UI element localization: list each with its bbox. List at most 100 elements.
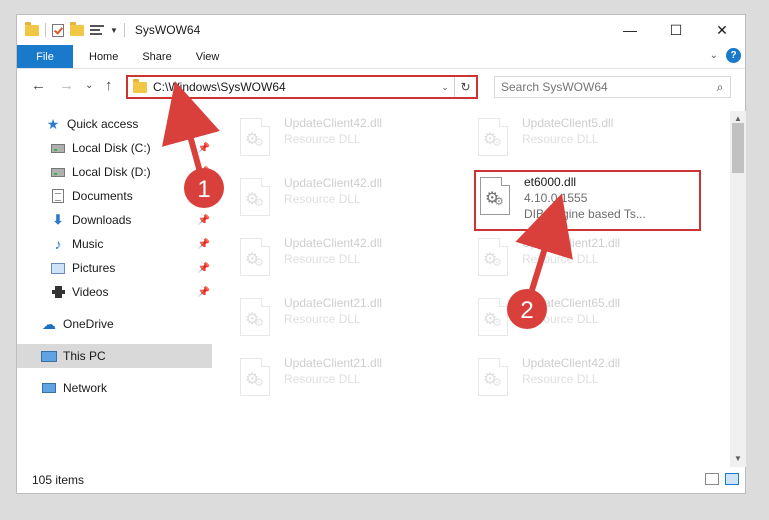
toolbar-divider: [45, 23, 46, 37]
nav-item-pictures[interactable]: Pictures 📌: [17, 256, 212, 280]
ribbon-right-controls: ⌄ ?: [710, 48, 741, 63]
file-description: Resource DLL: [284, 192, 361, 206]
file-name: UpdateClient21.dll: [284, 296, 383, 310]
address-path[interactable]: C:\Windows\SysWOW64: [153, 80, 436, 94]
recent-locations-button[interactable]: ⌄: [85, 80, 93, 91]
file-item[interactable]: ⚙ ⚙ UpdateClient21.dll Resource DLL: [478, 235, 698, 291]
tab-home[interactable]: Home: [77, 45, 130, 68]
pin-icon[interactable]: 📌: [198, 143, 210, 154]
pin-icon[interactable]: 📌: [198, 287, 210, 298]
videos-icon: [50, 285, 66, 299]
quick-access-toolbar: ▼: [17, 21, 125, 37]
nav-item-label: Local Disk (C:): [72, 141, 151, 155]
nav-item-local-disk-d[interactable]: Local Disk (D:) 📌: [17, 160, 212, 184]
scrollbar-thumb[interactable]: [732, 123, 744, 173]
disk-icon: [50, 141, 66, 155]
pin-icon[interactable]: 📌: [198, 191, 210, 202]
file-item[interactable]: ⚙ ⚙ UpdateClient42.dll Resource DLL: [240, 235, 460, 291]
customize-icon[interactable]: [90, 24, 104, 36]
file-item[interactable]: ⚙ ⚙ UpdateClient65.dll Resource DLL: [478, 295, 698, 351]
file-item[interactable]: ⚙ ⚙ UpdateClient5.dll Resource DLL: [478, 115, 698, 171]
details-view-icon[interactable]: [705, 473, 719, 485]
help-icon[interactable]: ?: [726, 48, 741, 63]
maximize-button[interactable]: ☐: [653, 15, 699, 45]
toolbar-divider: [123, 23, 125, 37]
nav-item-videos[interactable]: Videos 📌: [17, 280, 212, 304]
nav-item-quick-access[interactable]: ★ Quick access: [17, 112, 212, 136]
nav-item-label: Videos: [72, 285, 109, 299]
dll-file-icon: ⚙ ⚙: [478, 358, 512, 398]
pin-icon[interactable]: 📌: [198, 239, 210, 250]
address-dropdown-icon[interactable]: ⌄: [436, 82, 454, 93]
music-icon: ♪: [54, 236, 62, 252]
folder-icon[interactable]: [25, 21, 39, 36]
file-description: Resource DLL: [284, 252, 361, 266]
nav-item-label: Local Disk (D:): [72, 165, 151, 179]
pictures-icon: [50, 261, 66, 275]
file-description: Resource DLL: [522, 252, 599, 266]
new-folder-icon[interactable]: [70, 21, 84, 36]
file-description: Resource DLL: [284, 132, 361, 146]
forward-button[interactable]: →: [59, 77, 74, 94]
window-controls: — ☐ ✕: [607, 15, 745, 45]
nav-item-label: Quick access: [67, 117, 139, 131]
file-version: 4.10.0.1555: [524, 191, 588, 205]
file-item[interactable]: ⚙ ⚙ UpdateClient21.dll Resource DLL: [240, 355, 460, 411]
documents-icon: [50, 189, 66, 203]
nav-item-label: OneDrive: [63, 317, 114, 331]
status-bar: 105 items: [17, 467, 745, 493]
computer-icon: [41, 349, 57, 363]
file-item[interactable]: ⚙ ⚙ UpdateClient42.dll Resource DLL: [478, 355, 698, 411]
search-box[interactable]: ⌕: [494, 76, 731, 98]
disk-icon: [50, 165, 66, 179]
dll-file-icon: ⚙ ⚙: [240, 178, 274, 218]
address-bar[interactable]: C:\Windows\SysWOW64 ⌄ ↻: [126, 75, 478, 99]
nav-item-documents[interactable]: Documents 📌: [17, 184, 212, 208]
dll-file-icon: ⚙ ⚙: [240, 358, 274, 398]
vertical-scrollbar[interactable]: ▲ ▼: [730, 111, 746, 467]
file-item[interactable]: ⚙ ⚙ UpdateClient42.dll Resource DLL: [240, 175, 460, 231]
nav-item-label: Pictures: [72, 261, 116, 275]
file-item-et6000-dll[interactable]: ⚙ ⚙ et6000.dll 4.10.0.1555 DIB Engine bas…: [474, 170, 701, 231]
file-item[interactable]: ⚙ ⚙ UpdateClient42.dll Resource DLL: [240, 115, 460, 171]
nav-item-network[interactable]: Network: [17, 376, 212, 400]
title-bar: ▼ SysWOW64 — ☐ ✕: [17, 15, 745, 45]
view-toggle: [705, 473, 739, 485]
file-name: UpdateClient42.dll: [284, 116, 383, 130]
file-name: UpdateClient42.dll: [522, 356, 621, 370]
file-description: Resource DLL: [522, 372, 599, 386]
nav-item-label: Downloads: [72, 213, 132, 227]
expand-ribbon-icon[interactable]: ⌄: [710, 50, 718, 61]
scroll-down-icon[interactable]: ▼: [730, 451, 746, 467]
large-icons-view-icon[interactable]: [725, 473, 739, 485]
file-name: UpdateClient5.dll: [522, 116, 614, 130]
nav-item-downloads[interactable]: ⬇ Downloads 📌: [17, 208, 212, 232]
properties-icon[interactable]: [52, 23, 64, 37]
nav-item-music[interactable]: ♪ Music 📌: [17, 232, 212, 256]
tab-file[interactable]: File: [17, 45, 73, 68]
pin-icon[interactable]: 📌: [198, 167, 210, 178]
dll-file-icon: ⚙ ⚙: [240, 298, 274, 338]
explorer-window: ▼ SysWOW64 — ☐ ✕ File Home Share View ⌄ …: [16, 14, 746, 494]
nav-item-local-disk-c[interactable]: Local Disk (C:) 📌: [17, 136, 212, 160]
downloads-icon: ⬇: [52, 212, 64, 227]
customize-dropdown-icon[interactable]: ▼: [110, 26, 118, 35]
file-item[interactable]: ⚙ ⚙ UpdateClient21.dll Resource DLL: [240, 295, 460, 351]
refresh-button[interactable]: ↻: [454, 77, 476, 97]
pin-icon[interactable]: 📌: [198, 215, 210, 226]
file-list: ⚙ ⚙ UpdateClient42.dll Resource DLL ⚙ ⚙ Upd…: [228, 111, 730, 467]
folder-icon: [133, 78, 147, 93]
search-input[interactable]: [501, 80, 710, 94]
up-button[interactable]: ↑: [105, 77, 113, 94]
tab-view[interactable]: View: [184, 45, 232, 68]
tab-share[interactable]: Share: [130, 45, 183, 68]
close-button[interactable]: ✕: [699, 15, 745, 45]
search-icon[interactable]: ⌕: [710, 80, 730, 95]
minimize-button[interactable]: —: [607, 15, 653, 45]
pin-icon[interactable]: 📌: [198, 263, 210, 274]
dll-file-icon: ⚙ ⚙: [240, 118, 274, 158]
back-button[interactable]: ←: [31, 77, 46, 94]
dll-file-icon: ⚙ ⚙: [478, 238, 512, 278]
nav-item-onedrive[interactable]: ☁ OneDrive: [17, 312, 212, 336]
nav-item-this-pc[interactable]: This PC: [17, 344, 212, 368]
